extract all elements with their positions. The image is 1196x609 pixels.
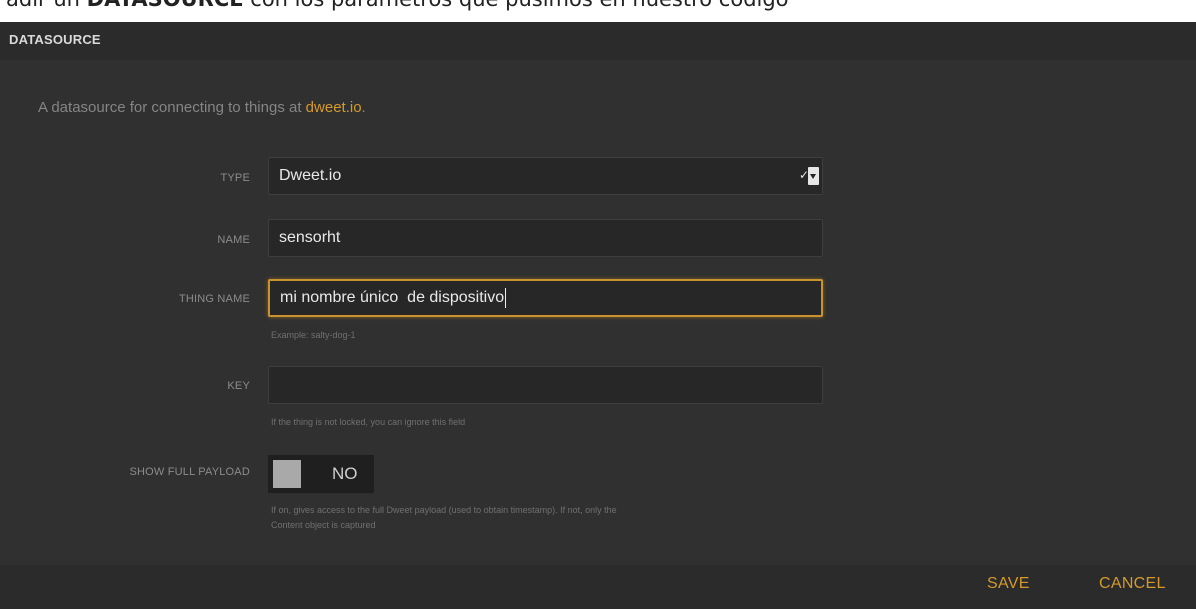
dialog-header: DATASOURCE: [0, 22, 1196, 60]
dropdown-arrow-icon[interactable]: [808, 167, 819, 185]
thing-name-input-value: mi nombre único de dispositivo: [280, 289, 505, 306]
dweet-link[interactable]: dweet.io: [306, 99, 362, 116]
page-text-suffix: con los parámetros que pusimos en nuestr…: [244, 0, 788, 11]
thing-name-input[interactable]: mi nombre único de dispositivo: [268, 279, 823, 317]
show-full-payload-label: SHOW FULL PAYLOAD: [129, 466, 250, 478]
cancel-button[interactable]: CANCEL: [1099, 575, 1166, 593]
key-hint: If the thing is not locked, you can igno…: [271, 417, 466, 427]
name-label: NAME: [217, 234, 250, 246]
type-select-value: Dweet.io: [279, 167, 342, 184]
dialog-description: A datasource for connecting to things at…: [38, 99, 366, 116]
toggle-knob-icon: [273, 460, 301, 488]
payload-hint-line2: Content object is captured: [271, 520, 376, 530]
show-full-payload-hint: If on, gives access to the full Dweet pa…: [271, 503, 831, 533]
description-text: A datasource for connecting to things at: [38, 99, 306, 116]
toggle-state: NO: [332, 464, 358, 483]
name-input[interactable]: sensorht: [268, 219, 823, 257]
text-caret: [505, 287, 507, 308]
page-text-prefix: adir un: [6, 0, 87, 11]
page-text: adir un DATASOURCE con los parámetros qu…: [6, 0, 789, 11]
dialog-title: DATASOURCE: [9, 32, 101, 47]
thing-name-label: THING NAME: [178, 293, 250, 305]
key-label: KEY: [227, 380, 250, 392]
page-text-strip: adir un DATASOURCE con los parámetros qu…: [0, 0, 1196, 22]
key-input[interactable]: [268, 366, 823, 404]
save-button[interactable]: SAVE: [987, 575, 1030, 593]
description-end: .: [361, 99, 366, 116]
thing-name-hint: Example: salty-dog-1: [271, 330, 356, 340]
type-select[interactable]: Dweet.io ✓: [268, 157, 823, 195]
payload-hint-line1: If on, gives access to the full Dweet pa…: [271, 505, 617, 515]
type-label: TYPE: [220, 172, 250, 184]
name-input-value: sensorht: [279, 229, 341, 246]
page-text-bold: DATASOURCE: [87, 0, 244, 11]
show-full-payload-toggle[interactable]: NO: [268, 455, 374, 493]
